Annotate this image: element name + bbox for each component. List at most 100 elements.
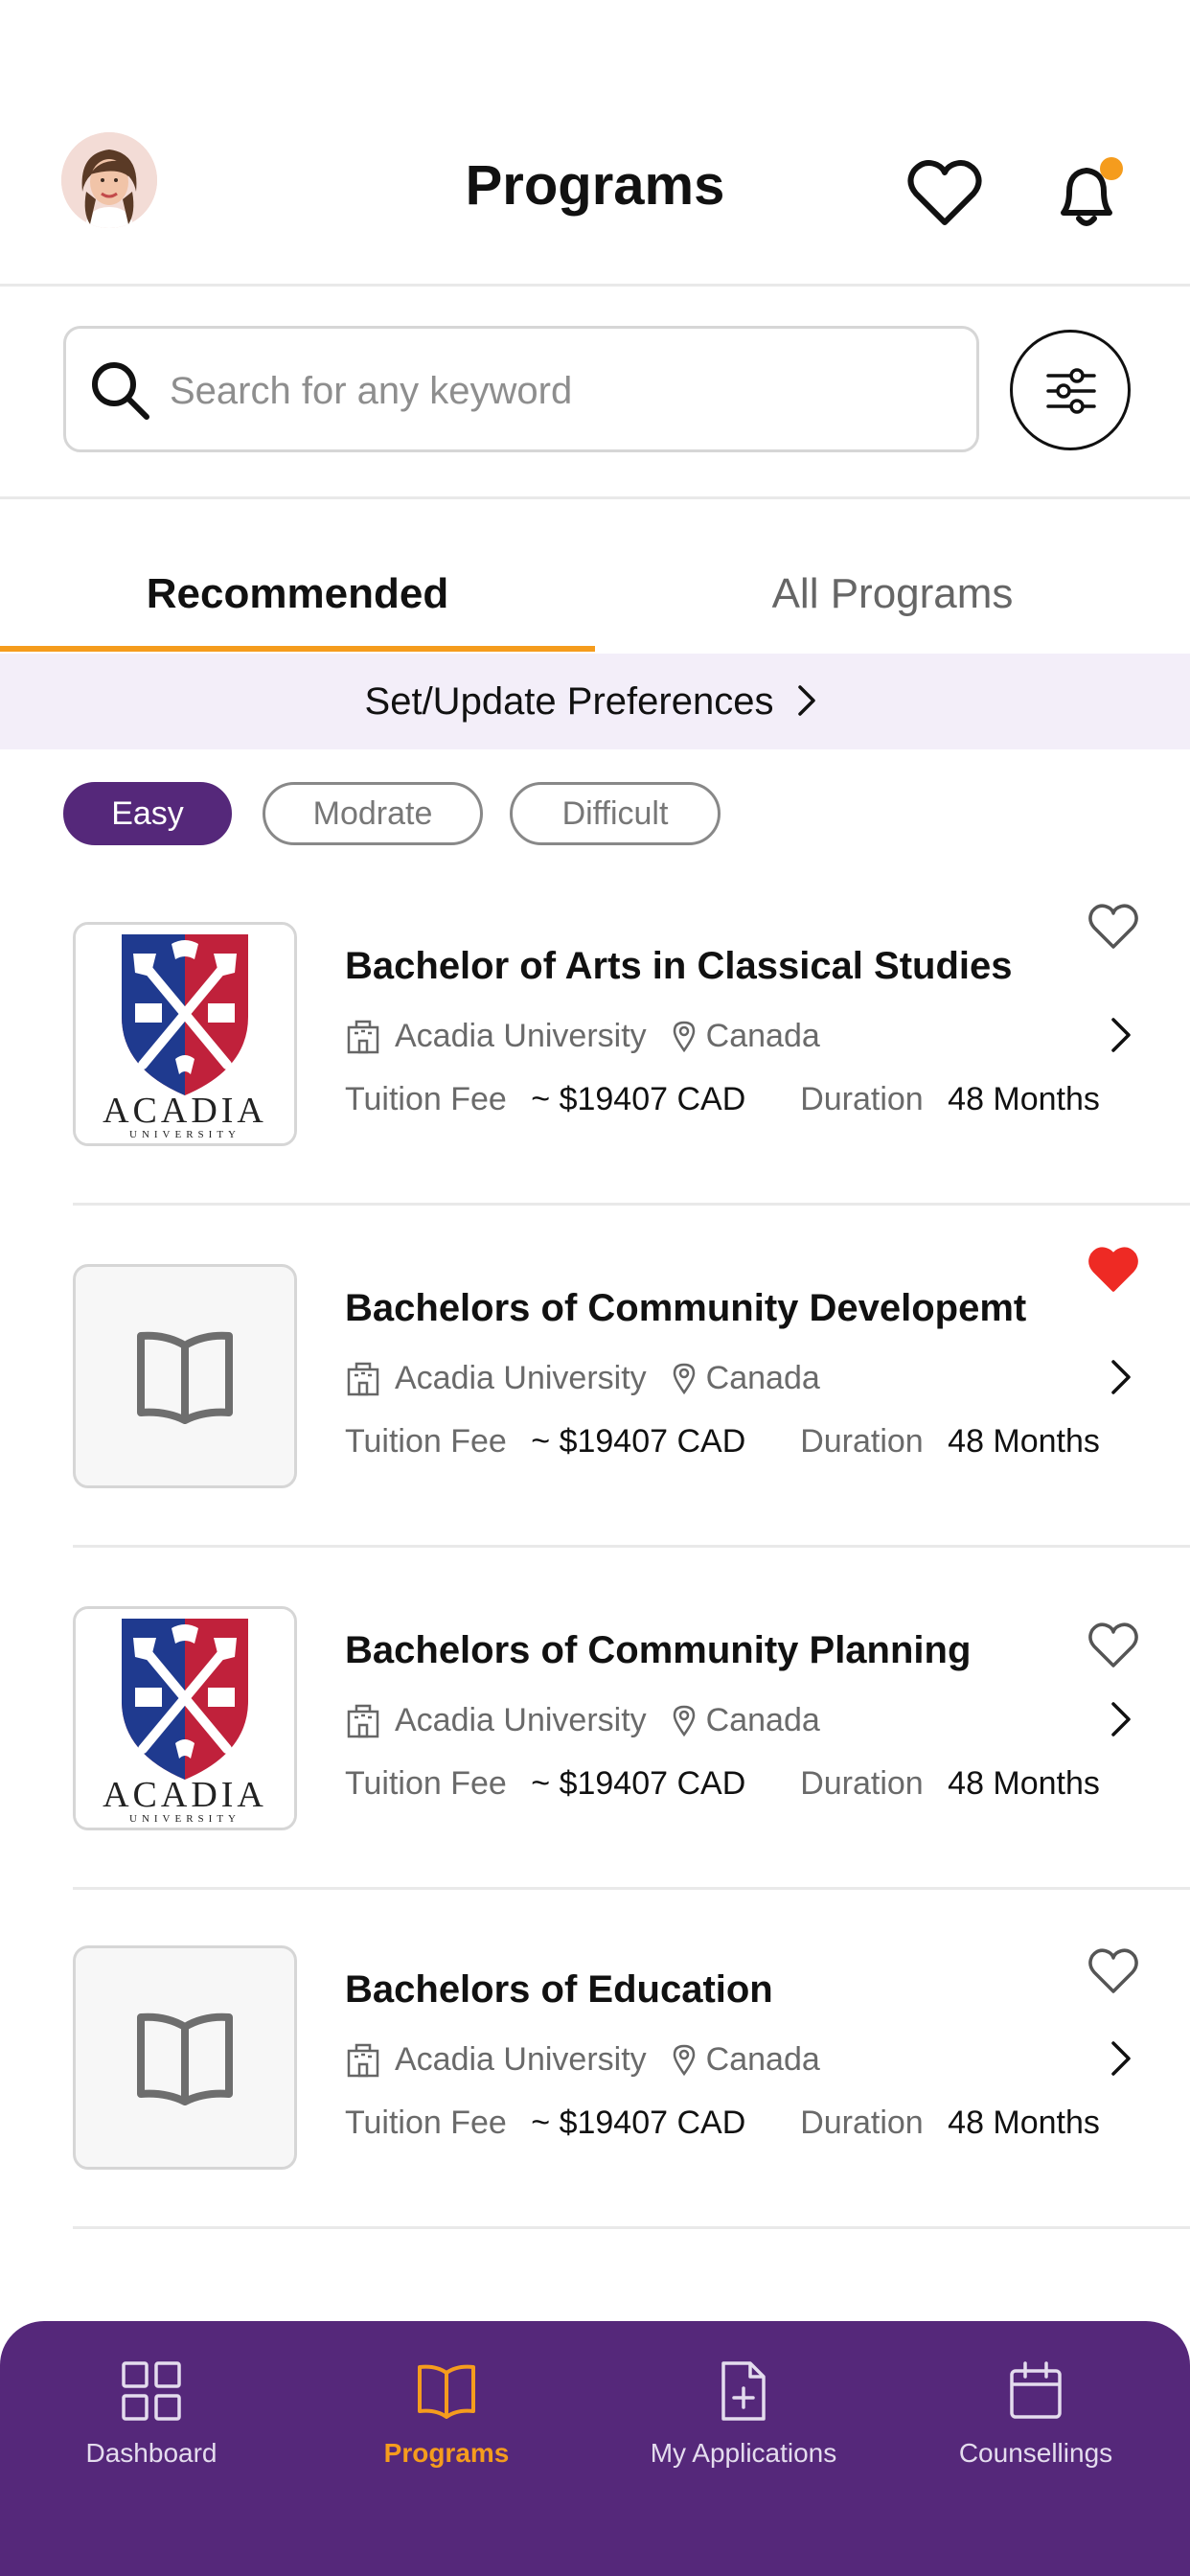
nav-item-programs[interactable]: Programs: [322, 2359, 571, 2469]
program-meta: Acadia University Canada: [345, 2037, 820, 2082]
heart-filled-icon[interactable]: [1087, 1244, 1140, 1294]
tuition-fee-label: Tuition Fee: [345, 1765, 507, 1802]
nav-item-my-applications[interactable]: My Applications: [619, 2359, 868, 2469]
program-card[interactable]: ACADIA UNIVERSITY Bachelors of Community…: [0, 1606, 1190, 1948]
duration-label: Duration: [800, 2104, 924, 2141]
book-placeholder-icon: [137, 2012, 233, 2105]
book-placeholder-icon: [137, 1331, 233, 1424]
logo-wordmark: ACADIA: [103, 1775, 267, 1815]
acadia-logo: ACADIA UNIVERSITY: [76, 1609, 294, 1828]
bell-icon: [1061, 157, 1123, 226]
nav-label: Counsellings: [958, 2438, 1113, 2468]
chevron-right-icon[interactable]: [1102, 1698, 1138, 1740]
chevron-right-icon[interactable]: [1102, 2037, 1138, 2080]
nav-item-dashboard[interactable]: Dashboard: [27, 2359, 276, 2469]
program-country: Canada: [705, 2040, 820, 2078]
file-plus-icon: [721, 2361, 766, 2421]
app-header: Programs: [0, 0, 1190, 286]
program-fee-row: Tuition Fee ~ $19407 CAD Duration 48 Mon…: [345, 2104, 1100, 2142]
program-card[interactable]: Bachelors of Education Acadia University…: [0, 1945, 1190, 2288]
header-divider: [0, 284, 1190, 287]
nav-label: Programs: [383, 2438, 510, 2468]
nav-item-counsellings[interactable]: Counsellings: [911, 2359, 1160, 2469]
notifications-button[interactable]: [1046, 153, 1127, 234]
program-country: Canada: [705, 1359, 820, 1396]
university-icon: [347, 2043, 379, 2078]
nav-label: My Applications: [650, 2438, 837, 2468]
program-meta: Acadia University Canada: [345, 1698, 820, 1742]
heart-icon[interactable]: [1087, 1945, 1140, 1995]
program-logo: [73, 1264, 297, 1488]
duration-value: 48 Months: [948, 1423, 1100, 1460]
logo-subtitle: UNIVERSITY: [129, 1129, 240, 1140]
program-meta: Acadia University Canada: [345, 1014, 820, 1058]
heart-icon: [907, 160, 982, 225]
program-title: Bachelors of Community Developemt: [345, 1287, 1027, 1329]
program-logo: ACADIA UNIVERSITY: [73, 1606, 297, 1830]
difficulty-chip-easy[interactable]: Easy: [63, 782, 232, 845]
calendar-icon: [1010, 2361, 1062, 2419]
card-divider: [73, 1887, 1190, 1890]
favorites-button[interactable]: [904, 153, 985, 234]
program-meta: Acadia University Canada: [345, 1356, 820, 1400]
preferences-banner[interactable]: Set/Update Preferences: [0, 654, 1190, 749]
sliders-icon: [1046, 368, 1096, 414]
program-fee-row: Tuition Fee ~ $19407 CAD Duration 48 Mon…: [345, 1423, 1100, 1460]
duration-label: Duration: [800, 1765, 924, 1802]
search-divider: [0, 496, 1190, 499]
program-country: Canada: [705, 1017, 820, 1054]
program-title: Bachelors of Community Planning: [345, 1629, 972, 1671]
program-title: Bachelor of Arts in Classical Studies: [345, 945, 1013, 987]
duration-value: 48 Months: [948, 1765, 1100, 1802]
heart-icon[interactable]: [1087, 1620, 1140, 1669]
tuition-fee-value: ~ $19407 CAD: [531, 2104, 746, 2141]
chevron-right-icon: [798, 685, 816, 717]
book-open-icon: [418, 2364, 475, 2419]
notification-dot: [1100, 157, 1123, 180]
grid-icon: [122, 2361, 181, 2421]
program-fee-row: Tuition Fee ~ $19407 CAD Duration 48 Mon…: [345, 1765, 1100, 1803]
search-icon: [92, 362, 149, 420]
tab-all-programs[interactable]: All Programs: [595, 537, 1190, 652]
tuition-fee-label: Tuition Fee: [345, 1423, 507, 1460]
tuition-fee-value: ~ $19407 CAD: [531, 1423, 746, 1460]
difficulty-chip-difficult[interactable]: Difficult: [510, 782, 721, 845]
duration-value: 48 Months: [948, 2104, 1100, 2141]
university-icon: [347, 1362, 379, 1396]
filter-button[interactable]: [1010, 330, 1131, 450]
tuition-fee-label: Tuition Fee: [345, 1081, 507, 1117]
chevron-right-icon[interactable]: [1102, 1356, 1138, 1398]
search-input[interactable]: [170, 357, 955, 425]
logo-wordmark: ACADIA: [103, 1091, 267, 1131]
duration-value: 48 Months: [948, 1081, 1100, 1117]
program-logo: ACADIA UNIVERSITY: [73, 922, 297, 1146]
logo-subtitle: UNIVERSITY: [129, 1813, 240, 1825]
program-university: Acadia University: [395, 1017, 647, 1054]
chevron-right-icon[interactable]: [1102, 1014, 1138, 1056]
location-pin-icon: [673, 1363, 695, 1394]
program-university: Acadia University: [395, 1701, 647, 1738]
card-divider: [73, 2226, 1190, 2229]
duration-label: Duration: [800, 1423, 924, 1460]
duration-label: Duration: [800, 1081, 924, 1117]
program-card[interactable]: Bachelors of Community Developemt Acadia…: [0, 1247, 1190, 1606]
heart-icon[interactable]: [1087, 901, 1140, 951]
university-icon: [347, 1020, 379, 1054]
acadia-logo: ACADIA UNIVERSITY: [76, 925, 294, 1143]
program-card[interactable]: ACADIA UNIVERSITY Bachelor of Arts in Cl…: [0, 904, 1190, 1264]
card-divider: [73, 1545, 1190, 1548]
tuition-fee-value: ~ $19407 CAD: [531, 1765, 746, 1802]
program-university: Acadia University: [395, 2040, 647, 2078]
program-logo: [73, 1945, 297, 2170]
search-bar[interactable]: [63, 326, 979, 452]
location-pin-icon: [673, 2044, 695, 2076]
nav-label: Dashboard: [85, 2438, 217, 2468]
difficulty-chip-moderate[interactable]: Modrate: [263, 782, 483, 845]
tab-recommended[interactable]: Recommended: [0, 537, 595, 652]
university-icon: [347, 1704, 379, 1738]
program-fee-row: Tuition Fee ~ $19407 CAD Duration 48 Mon…: [345, 1081, 1100, 1118]
location-pin-icon: [673, 1021, 695, 1052]
preferences-label: Set/Update Preferences: [364, 680, 774, 723]
tuition-fee-value: ~ $19407 CAD: [531, 1081, 746, 1117]
page-title: Programs: [465, 154, 725, 217]
